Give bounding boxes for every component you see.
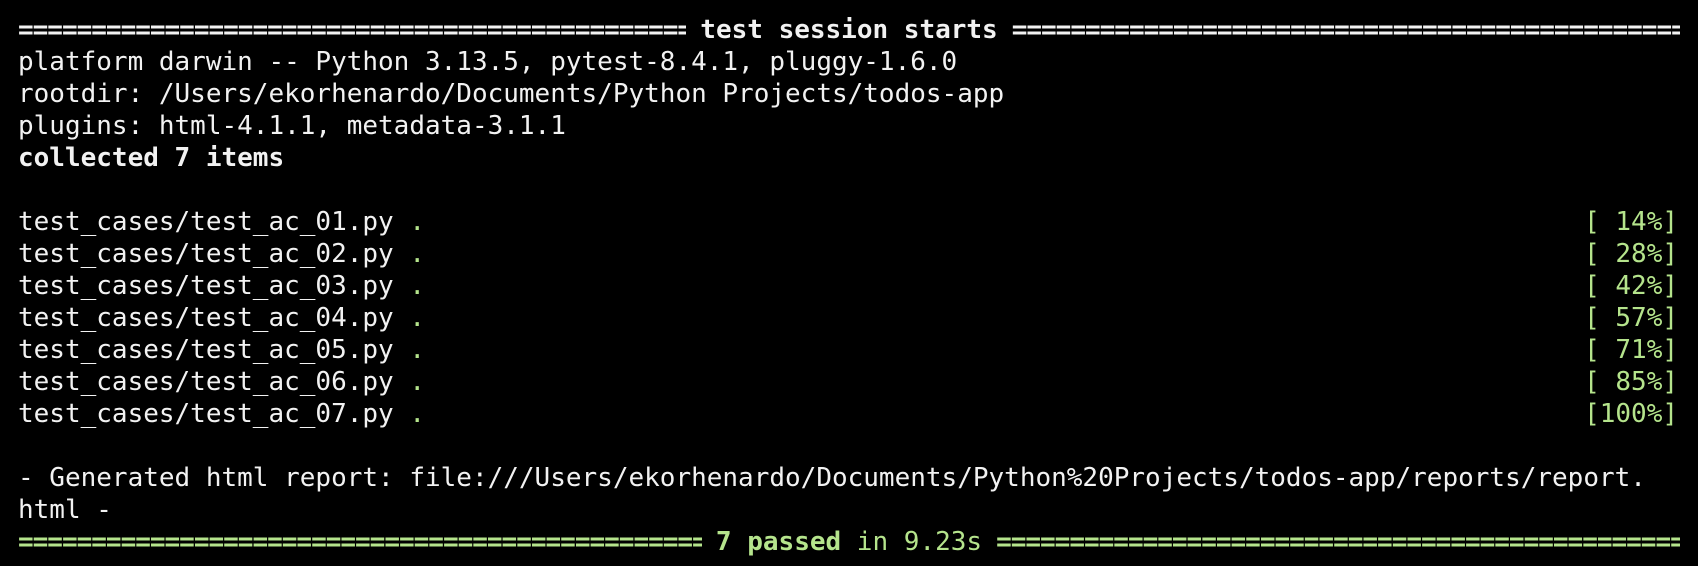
test-pass-dot: . (409, 207, 425, 237)
test-progress: [ 57%] (1584, 303, 1678, 333)
test-result-row: test_cases/test_ac_07.py . [100%] (18, 398, 1680, 430)
test-pass-dot: . (409, 239, 425, 269)
passed-count: 7 passed (715, 527, 842, 557)
test-file-name: test_cases/test_ac_04.py (18, 303, 394, 333)
test-pass-dot: . (409, 367, 425, 397)
test-file-name: test_cases/test_ac_05.py (18, 335, 394, 365)
plugins-line: plugins: html-4.1.1, metadata-3.1.1 (18, 111, 566, 141)
separator-fill-right: ========================================… (1011, 15, 1680, 45)
test-pass-dot: . (409, 399, 425, 429)
test-file-name: test_cases/test_ac_07.py (18, 399, 394, 429)
test-file-name: test_cases/test_ac_02.py (18, 239, 394, 269)
test-result-row: test_cases/test_ac_03.py . [ 42%] (18, 270, 1680, 302)
test-pass-dot: . (409, 303, 425, 333)
test-result-row: test_cases/test_ac_01.py . [ 14%] (18, 206, 1680, 238)
test-pass-dot: . (409, 335, 425, 365)
test-progress: [ 71%] (1584, 335, 1678, 365)
terminal-output: ========================================… (18, 14, 1680, 558)
test-results-list: test_cases/test_ac_01.py . [ 14%] test_c… (18, 206, 1680, 430)
test-result-row: test_cases/test_ac_05.py . [ 71%] (18, 334, 1680, 366)
session-duration: 9.23s (903, 527, 983, 557)
session-start-title: test session starts (700, 15, 998, 45)
test-file-name: test_cases/test_ac_06.py (18, 367, 394, 397)
test-file-name: test_cases/test_ac_01.py (18, 207, 394, 237)
test-progress: [ 28%] (1584, 239, 1678, 269)
separator-fill-right: ========================================… (996, 527, 1680, 557)
report-line-continued: html - (18, 495, 112, 525)
separator-fill-left: ========================================… (18, 15, 687, 45)
session-summary-separator: ========================================… (18, 526, 1680, 558)
platform-line: platform darwin -- Python 3.13.5, pytest… (18, 47, 958, 77)
rootdir-line: rootdir: /Users/ekorhenardo/Documents/Py… (18, 79, 1005, 109)
separator-fill-left: ========================================… (18, 527, 702, 557)
collected-line: collected 7 items (18, 143, 285, 173)
test-result-row: test_cases/test_ac_04.py . [ 57%] (18, 302, 1680, 334)
session-summary: 7 passed in 9.23s (702, 526, 996, 558)
test-progress: [ 42%] (1584, 271, 1678, 301)
test-progress: [ 85%] (1584, 367, 1678, 397)
summary-in-text: in (841, 527, 904, 557)
test-progress: [100%] (1584, 399, 1678, 429)
test-progress: [ 14%] (1584, 207, 1678, 237)
report-line: - Generated html report: file:///Users/e… (18, 463, 1646, 493)
session-start-separator: ========================================… (18, 14, 1680, 46)
test-pass-dot: . (409, 271, 425, 301)
test-file-name: test_cases/test_ac_03.py (18, 271, 394, 301)
test-result-row: test_cases/test_ac_06.py . [ 85%] (18, 366, 1680, 398)
test-result-row: test_cases/test_ac_02.py . [ 28%] (18, 238, 1680, 270)
